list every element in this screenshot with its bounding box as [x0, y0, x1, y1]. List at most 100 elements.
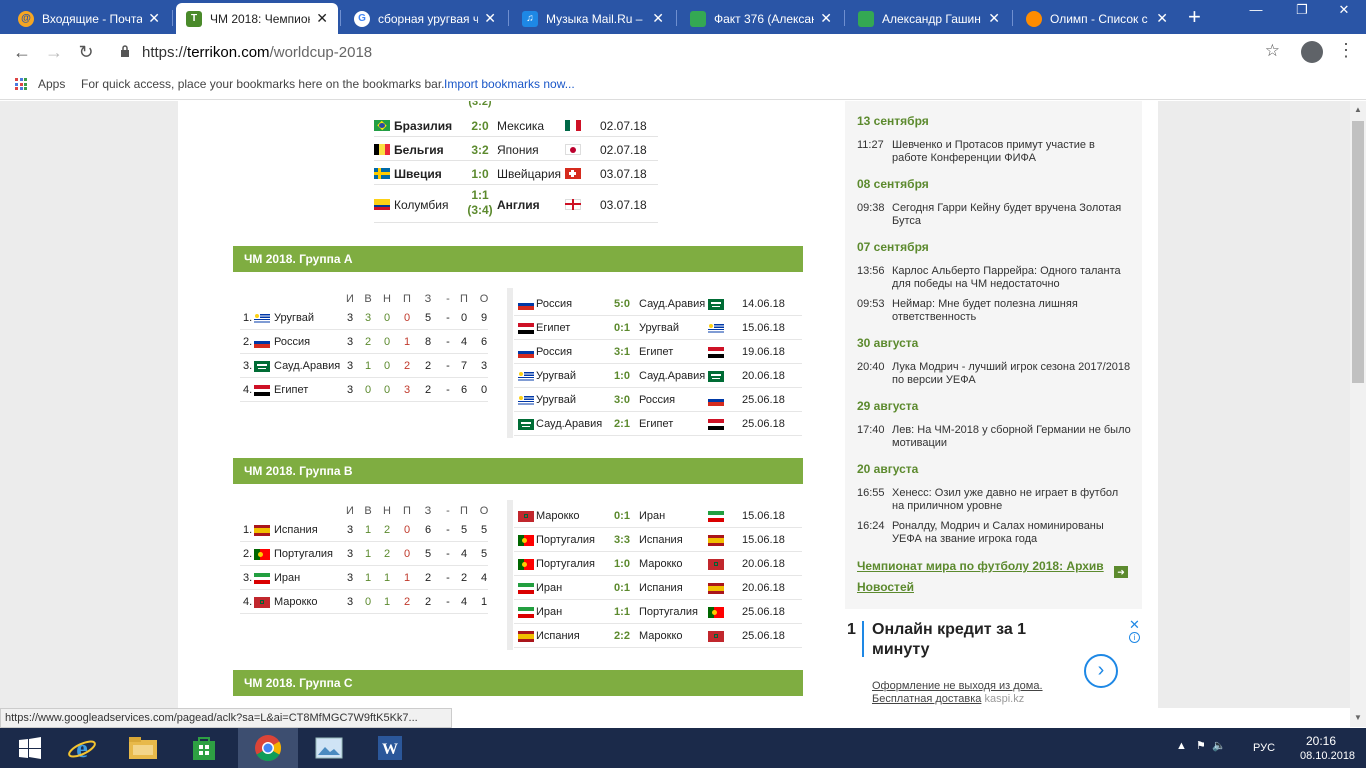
standings-row[interactable]: 1. Испания 3 1 2 0 6-5 5 — [240, 518, 488, 542]
match-row[interactable]: Португалия 3:3 Испания 15.06.18 — [514, 528, 802, 552]
match-row[interactable]: Португалия 1:0 Марокко 20.06.18 — [514, 552, 802, 576]
match-score[interactable]: 0:1 — [610, 322, 634, 334]
standings-row[interactable]: 1. Уругвай 3 3 0 0 5-0 9 — [240, 306, 488, 330]
group-header[interactable]: ЧМ 2018. Группа B — [233, 458, 803, 484]
home-team[interactable]: Португалия — [536, 558, 616, 570]
match-score[interactable]: 1:1 — [610, 606, 634, 618]
away-team[interactable]: Португалия — [639, 606, 719, 618]
ie-taskbar-icon[interactable]: e — [52, 728, 112, 768]
team-name[interactable]: Иран — [274, 572, 342, 584]
match-row[interactable]: Уругвай 1:0 Сауд.Аравия 20.06.18 — [514, 364, 802, 388]
match-row[interactable]: Испания 2:2 Марокко 25.06.18 — [514, 624, 802, 648]
news-item[interactable]: 09:38 Сегодня Гарри Кейну будет вручена З… — [857, 202, 1132, 230]
playoff-match[interactable]: Бразилия 2:0 Мексика 02.07.18 — [374, 113, 658, 137]
standings-row[interactable]: 4. Марокко 3 0 1 2 2-4 1 — [240, 590, 488, 614]
home-team[interactable]: Иран — [536, 606, 616, 618]
import-bookmarks-link[interactable]: Import bookmarks now... — [444, 77, 575, 91]
match-score[interactable]: 3:1 — [610, 346, 634, 358]
forward-button[interactable]: → — [42, 40, 66, 64]
standings-row[interactable]: 2. Португалия 3 1 2 0 5-4 5 — [240, 542, 488, 566]
news-headline[interactable]: Хенесс: Озил уже давно не играет в футбо… — [892, 487, 1132, 513]
scroll-down-icon[interactable]: ▼ — [1354, 713, 1362, 722]
language-indicator[interactable]: РУС — [1253, 742, 1275, 754]
match-row[interactable]: Иран 1:1 Португалия 25.06.18 — [514, 600, 802, 624]
home-team[interactable]: Иран — [536, 582, 616, 594]
apps-link[interactable]: Apps — [38, 77, 65, 91]
match-score[interactable]: 2:1 — [610, 418, 634, 430]
home-team[interactable]: Марокко — [536, 510, 616, 522]
bookmark-star-icon[interactable]: ☆ — [1265, 41, 1280, 61]
tab-2[interactable]: T ЧМ 2018: Чемпион ✕ — [176, 3, 338, 34]
away-team[interactable]: Англия — [497, 198, 540, 212]
away-team[interactable]: Россия — [639, 394, 719, 406]
home-team[interactable]: Уругвай — [536, 394, 616, 406]
match-score[interactable]: 0:1 — [610, 510, 634, 522]
match-score[interactable]: 3:0 — [610, 394, 634, 406]
team-name[interactable]: Сауд.Аравия — [274, 360, 342, 372]
away-team[interactable]: Сауд.Аравия — [639, 370, 719, 382]
match-score[interactable]: 0:1 — [610, 582, 634, 594]
team-name[interactable]: Марокко — [274, 596, 342, 608]
start-button[interactable] — [0, 728, 60, 768]
away-team[interactable]: Египет — [639, 418, 719, 430]
home-team[interactable]: Бразилия — [394, 119, 452, 133]
tab-close-icon[interactable]: ✕ — [1156, 10, 1168, 27]
match-row[interactable]: Марокко 0:1 Иран 15.06.18 — [514, 504, 802, 528]
match-row[interactable]: Россия 3:1 Египет 19.06.18 — [514, 340, 802, 364]
tab-5[interactable]: Факт 376 (Алексан ✕ — [680, 3, 842, 34]
ad-title[interactable]: Онлайн кредит за 1 минуту — [872, 620, 1072, 660]
news-archive-link[interactable]: Чемпионат мира по футболу 2018: Архив Но… — [857, 556, 1107, 598]
scrollbar-thumb[interactable] — [1352, 121, 1364, 383]
news-item[interactable]: 16:24 Роналду, Модрич и Салах номинирован… — [857, 520, 1132, 548]
tab-close-icon[interactable]: ✕ — [484, 10, 496, 27]
close-window-button[interactable]: ✕ — [1322, 0, 1366, 22]
home-team[interactable]: Сауд.Аравия — [536, 418, 616, 430]
match-score[interactable]: 1:0 — [610, 370, 634, 382]
tab-close-icon[interactable]: ✕ — [148, 10, 160, 27]
standings-row[interactable]: 3. Иран 3 1 1 1 2-2 4 — [240, 566, 488, 590]
ad-close-icon[interactable]: ✕ — [1129, 617, 1140, 633]
match-row[interactable]: Египет 0:1 Уругвай 15.06.18 — [514, 316, 802, 340]
team-name[interactable]: Португалия — [274, 548, 342, 560]
news-headline[interactable]: Роналду, Модрич и Салах номинированы УЕФ… — [892, 520, 1132, 546]
away-team[interactable]: Швейцария — [497, 167, 561, 181]
team-name[interactable]: Испания — [274, 524, 342, 536]
match-score[interactable]: 3:2 — [467, 143, 493, 157]
tab-close-icon[interactable]: ✕ — [652, 10, 664, 27]
vertical-scrollbar[interactable]: ▲ ▼ — [1350, 101, 1366, 727]
tab-3[interactable]: Gсборная уругвая ч ✕ — [344, 3, 506, 34]
clock-date[interactable]: 08.10.2018 — [1300, 750, 1355, 762]
news-headline[interactable]: Карлос Альберто Паррейра: Одного таланта… — [892, 265, 1132, 291]
match-score[interactable]: 3:3 — [610, 534, 634, 546]
address-bar[interactable]: https://terrikon.com/worldcup-2018 ☆ — [112, 40, 1292, 64]
group-header[interactable]: ЧМ 2018. Группа C — [233, 670, 803, 696]
tab-6[interactable]: Александр Гашин ✕ — [848, 3, 1010, 34]
back-button[interactable]: ← — [10, 40, 34, 64]
away-team[interactable]: Сауд.Аравия — [639, 298, 719, 310]
news-headline[interactable]: Сегодня Гарри Кейну будет вручена Золота… — [892, 202, 1132, 228]
home-team[interactable]: Россия — [536, 346, 616, 358]
minimize-button[interactable]: — — [1234, 0, 1278, 22]
playoff-match[interactable]: Колумбия 1:1 (3:4) Англия 03.07.18 — [374, 185, 658, 223]
match-score[interactable]: 2:0 — [467, 119, 493, 133]
home-team[interactable]: Уругвай — [536, 370, 616, 382]
ad-line2[interactable]: Бесплатная доставка — [872, 693, 981, 705]
home-team[interactable]: Испания — [536, 630, 616, 642]
away-team[interactable]: Мексика — [497, 119, 544, 133]
team-name[interactable]: Россия — [274, 336, 342, 348]
store-taskbar-icon[interactable] — [174, 728, 234, 768]
match-row[interactable]: Уругвай 3:0 Россия 25.06.18 — [514, 388, 802, 412]
apps-grid-icon[interactable] — [15, 78, 27, 90]
clock-time[interactable]: 20:16 — [1306, 734, 1336, 748]
match-score[interactable]: 2:2 — [610, 630, 634, 642]
news-item[interactable]: 17:40 Лев: На ЧМ-2018 у сборной Германии … — [857, 424, 1132, 452]
photos-taskbar-icon[interactable] — [299, 728, 359, 768]
playoff-match[interactable]: Бельгия 3:2 Япония 02.07.18 — [374, 137, 658, 161]
profile-icon[interactable] — [1301, 41, 1323, 63]
match-row[interactable]: Россия 5:0 Сауд.Аравия 14.06.18 — [514, 292, 802, 316]
news-item[interactable]: 11:27 Шевченко и Протасов примут участие … — [857, 139, 1132, 167]
team-name[interactable]: Египет — [274, 384, 342, 396]
tab-7[interactable]: Олимп - Список с ✕ — [1016, 3, 1178, 34]
standings-row[interactable]: 4. Египет 3 0 0 3 2-6 0 — [240, 378, 488, 402]
news-item[interactable]: 09:53 Неймар: Мне будет полезна лишняя от… — [857, 298, 1132, 326]
